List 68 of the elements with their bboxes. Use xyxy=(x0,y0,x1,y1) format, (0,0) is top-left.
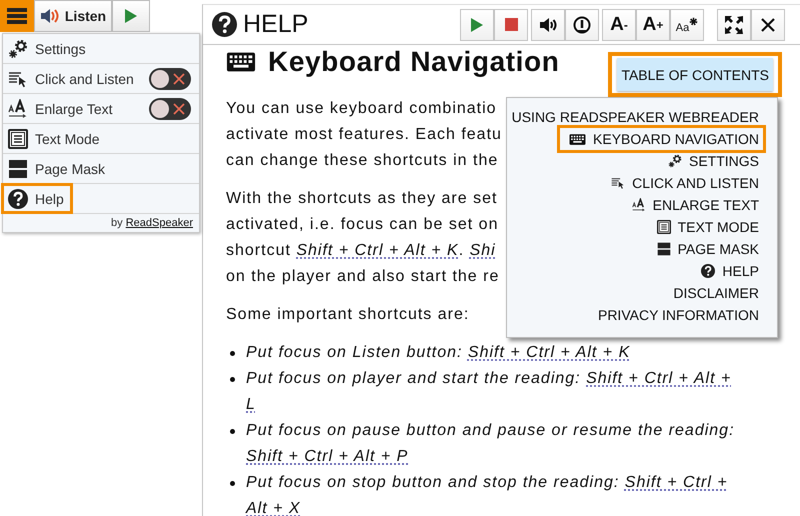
play-icon xyxy=(125,9,137,23)
gauge-icon xyxy=(573,16,591,34)
menu-item[interactable]: Text Mode xyxy=(1,123,109,154)
close-button[interactable] xyxy=(751,8,785,40)
bullet-icon xyxy=(230,481,235,486)
bullet-icon xyxy=(230,429,235,434)
paragraph: With the shortcuts as they are set activated, i.e. focus can be set on shortcut Shift + Ctrl + Alt + K. Shi on the player and also start the re xyxy=(226,189,500,287)
menu-icon xyxy=(7,8,27,24)
paragraph: Some important shortcuts are: xyxy=(226,305,470,325)
table-of-contents-button[interactable]: TABLE OF CONTENTS xyxy=(617,58,773,91)
help-icon xyxy=(8,188,28,208)
fullscreen-button[interactable] xyxy=(717,8,751,40)
page-mask-icon xyxy=(8,158,28,178)
page-mask-icon xyxy=(656,242,671,256)
gears-icon xyxy=(668,154,682,168)
stop-icon xyxy=(504,18,518,31)
menu-item[interactable]: Click and Listen xyxy=(1,63,143,94)
speed-button[interactable] xyxy=(565,8,599,40)
contents-link[interactable]: PAGE MASK xyxy=(650,238,766,260)
list-item: Put focus on stop button and stop the reading: Shift + Ctrl + Alt + X xyxy=(246,473,729,516)
page-heading: Keyboard Navigation xyxy=(268,46,560,78)
document-icon xyxy=(656,220,671,234)
text-size-icon xyxy=(8,98,28,118)
contents-link[interactable]: TEXT MODE xyxy=(650,216,766,238)
list-item: Put focus on pause button and pause or resume the reading: Shift + Ctrl + Alt + P xyxy=(246,421,736,467)
menu-item[interactable]: Settings xyxy=(1,33,95,64)
contents-link[interactable]: USING READSPEAKER WEBREADER xyxy=(504,106,766,128)
credit-text: by ReadSpeaker xyxy=(111,217,193,229)
paragraph: You can use keyboard combinatio activate most features. Each featu can change these shortcuts in the xyxy=(226,99,502,171)
contents-link[interactable]: DISCLAIMER xyxy=(666,282,766,304)
close-icon xyxy=(761,18,775,32)
menu-item[interactable]: Enlarge Text xyxy=(1,93,122,124)
cross-icon xyxy=(173,72,185,84)
menu-item[interactable]: Help xyxy=(1,183,73,214)
toggle-switch[interactable] xyxy=(149,68,191,90)
help-icon xyxy=(701,264,716,278)
contents-link[interactable]: KEYBOARD NAVIGATION xyxy=(557,125,766,153)
document-icon xyxy=(8,128,28,148)
toggle-switch[interactable] xyxy=(149,98,191,120)
contents-link[interactable]: PRIVACY INFORMATION xyxy=(590,304,766,326)
gear-icon xyxy=(689,16,698,26)
fullscreen-icon xyxy=(725,16,743,34)
gears-icon xyxy=(8,38,28,58)
help-icon xyxy=(212,12,237,37)
listen-button[interactable]: Listen xyxy=(34,0,112,32)
bullet-icon xyxy=(230,377,235,382)
contents-link[interactable]: SETTINGS xyxy=(660,150,766,172)
readspeaker-link[interactable]: ReadSpeaker xyxy=(126,217,193,229)
text-settings-button[interactable]: Aa xyxy=(670,8,704,40)
contents-link[interactable]: HELP xyxy=(694,260,766,282)
list-item: Put focus on player and start the reading: Shift + Ctrl + Alt + L xyxy=(246,369,732,415)
contents-link[interactable]: CLICK AND LISTEN xyxy=(604,172,766,194)
menu-item[interactable]: Page Mask xyxy=(1,153,114,184)
stop-button[interactable] xyxy=(494,8,528,40)
cross-icon xyxy=(173,102,185,114)
play-button[interactable] xyxy=(112,0,150,32)
list-item: Put focus on Listen button: Shift + Ctrl + Alt + K xyxy=(246,343,632,363)
text-size-icon xyxy=(632,198,646,212)
speaker-icon xyxy=(40,8,60,24)
contents-link[interactable]: ENLARGE TEXT xyxy=(624,194,766,216)
play-button[interactable] xyxy=(460,8,494,40)
volume-button[interactable] xyxy=(531,8,565,40)
volume-icon xyxy=(539,16,557,32)
play-icon xyxy=(471,18,483,32)
text-cursor-icon xyxy=(611,176,626,190)
bullet-icon xyxy=(230,351,235,356)
window-title: HELP xyxy=(243,10,308,39)
menu-button[interactable] xyxy=(0,0,34,32)
